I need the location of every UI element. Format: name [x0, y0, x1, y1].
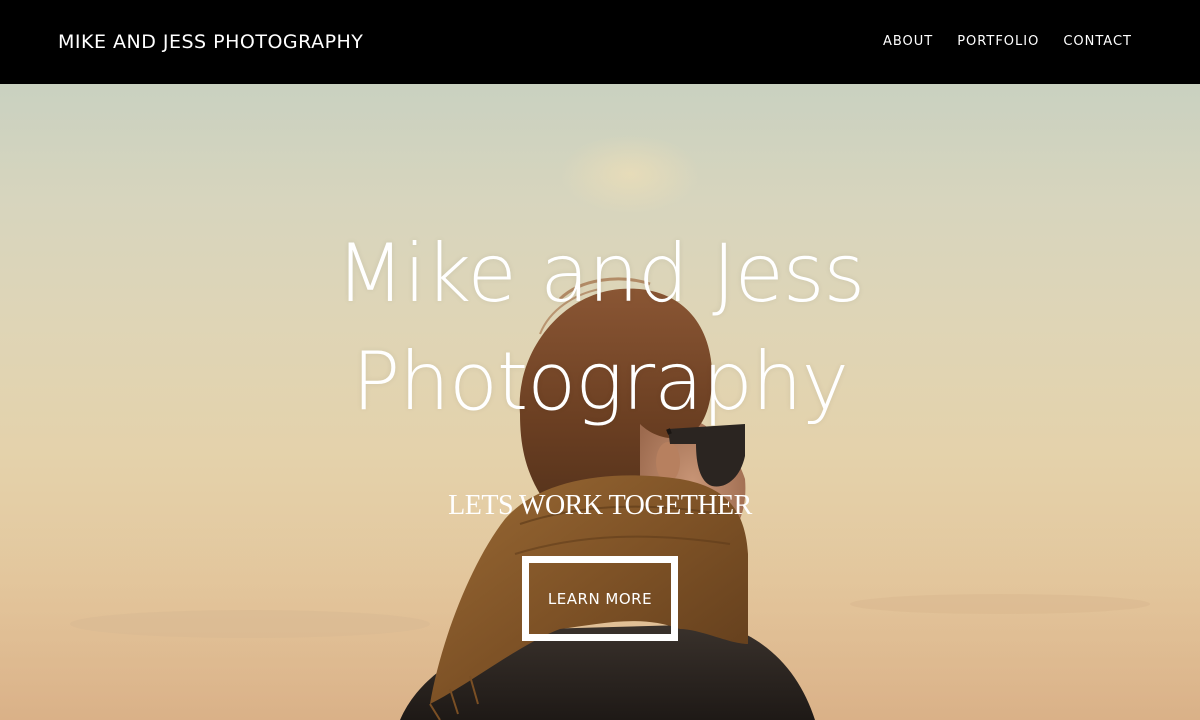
hero-title-line-1: Mike and Jess — [335, 227, 865, 320]
nav-portfolio-link[interactable]: PORTFOLIO — [957, 33, 1039, 51]
hero-title-line-2: Photography — [352, 335, 849, 428]
hero-subtitle: LETS WORK TOGETHER — [448, 490, 752, 521]
hero-section: Mike and Jess Photography LETS WORK TOGE… — [0, 84, 1200, 720]
hero-content: Mike and Jess Photography LETS WORK TOGE… — [0, 84, 1200, 720]
hero-title: Mike and Jess Photography — [300, 220, 900, 436]
learn-more-button[interactable]: LEARN MORE — [522, 556, 678, 641]
site-header: MIKE AND JESS PHOTOGRAPHY ABOUT PORTFOLI… — [0, 0, 1200, 84]
main-nav: ABOUT PORTFOLIO CONTACT — [883, 33, 1132, 51]
nav-contact-link[interactable]: CONTACT — [1063, 33, 1132, 51]
brand-logo-link[interactable]: MIKE AND JESS PHOTOGRAPHY — [58, 30, 363, 54]
nav-about-link[interactable]: ABOUT — [883, 33, 933, 51]
